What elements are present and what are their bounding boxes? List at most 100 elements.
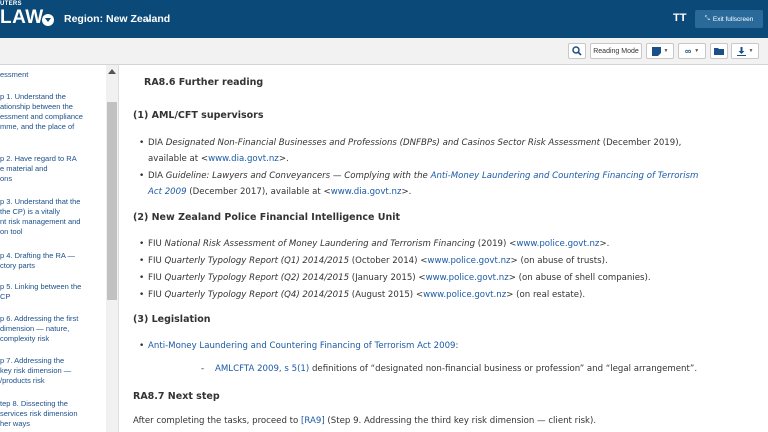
external-link[interactable]: www.police.govt.nz	[423, 290, 506, 300]
legislation-link[interactable]: Anti-Money Laundering and Countering Fin…	[148, 341, 456, 351]
link-button[interactable]: ∞ ▼	[678, 43, 706, 59]
text-run: available at <	[148, 154, 209, 164]
chevron-down-icon: ▼	[748, 48, 754, 54]
document-toolbar: Reading Mode ▼ ∞ ▼ ▼	[0, 38, 768, 65]
toc-item-label: p 6. Addressing the first	[0, 314, 79, 323]
next-step-paragraph: After completing the tasks, proceed to […	[133, 416, 596, 426]
subheading-police-fiu: (2) New Zealand Police Financial Intelli…	[133, 212, 401, 223]
toc-item[interactable]: p 7. Addressing the key risk dimension —…	[0, 356, 104, 386]
toc-item-label: her ways	[0, 419, 31, 428]
toc-item-label: ationship between the	[0, 102, 73, 111]
download-button[interactable]: ▼	[731, 43, 759, 59]
top-header: UTERS LAW Region: New Zealand ⌄ TT ⤡ Exi…	[0, 0, 768, 38]
sidebar-scrollbar[interactable]	[106, 65, 118, 432]
exit-fullscreen-icon: ⤡	[704, 15, 710, 22]
toc-item-label: p 1. Understand the	[0, 92, 66, 101]
toc-item[interactable]: essment	[0, 70, 104, 80]
toc-item-label: p 4. Drafting the RA —	[0, 251, 76, 260]
legislation-link[interactable]: Anti-Money Laundering and Countering Fin…	[431, 171, 699, 181]
cross-reference-link[interactable]: [RA9]	[301, 416, 325, 426]
search-icon	[572, 46, 582, 56]
text-size-icon[interactable]: TT	[673, 12, 686, 24]
toc-item-label: ctory parts	[0, 261, 36, 270]
toc-item[interactable]: tep 8. Dissecting the services risk dime…	[0, 399, 104, 429]
toc-item-label: CP	[0, 292, 11, 301]
external-link[interactable]: www.dia.govt.nz	[331, 187, 402, 197]
text-run: >.	[599, 239, 610, 249]
toc-item-label: e material and	[0, 164, 48, 173]
exit-fullscreen-button[interactable]: ⤡ Exit fullscreen	[695, 10, 763, 28]
toc-item[interactable]: p 5. Linking between the CP	[0, 282, 104, 302]
text-run: FIU	[148, 256, 165, 266]
toc-item-label: dimension — nature,	[0, 324, 70, 333]
toc-item-label: p 2. Have regard to RA	[0, 154, 77, 163]
reading-mode-button[interactable]: Reading Mode	[590, 43, 642, 59]
scroll-up-arrow-icon[interactable]	[108, 69, 116, 74]
publication-title: National Risk Assessment of Money Launde…	[164, 239, 476, 249]
download-icon	[736, 46, 746, 56]
toc-item[interactable]: p 1. Understand the ationship between th…	[0, 92, 104, 132]
section-link[interactable]: AMLCFTA 2009, s 5(1)	[215, 364, 309, 374]
legislation-link[interactable]: Act 2009	[148, 187, 187, 197]
bullet-icon: •	[139, 273, 145, 283]
scrollbar-thumb[interactable]	[107, 102, 117, 300]
section-heading-ra87: RA8.7 Next step	[133, 391, 220, 402]
region-selector[interactable]: Region: New Zealand	[64, 13, 170, 25]
link-icon: ∞	[684, 46, 692, 56]
text-run: FIU	[148, 239, 165, 249]
note-button[interactable]: ▼	[646, 43, 674, 59]
chevron-down-icon[interactable]: ⌄	[144, 13, 152, 24]
text-run: > (on abuse of trusts).	[510, 256, 608, 266]
exit-fullscreen-label: Exit fullscreen	[712, 15, 754, 23]
bullet-icon: •	[139, 239, 145, 249]
text-run: definitions of “designated non-financial…	[309, 364, 698, 374]
toc-item-label: p 3. Understand that the	[0, 197, 81, 206]
text-run: > (on real estate).	[506, 290, 586, 300]
external-link[interactable]: www.police.govt.nz	[516, 239, 599, 249]
subheading-aml-cft-supervisors: (1) AML/CFT supervisors	[133, 110, 264, 121]
publication-title: Designated Non-Financial Businesses and …	[165, 138, 600, 148]
text-run: After completing the tasks, proceed to	[133, 416, 302, 426]
toc-item-label: key risk dimension —	[0, 366, 72, 375]
brand-menu-caret-icon[interactable]	[42, 14, 54, 26]
dash-marker: -	[201, 364, 205, 374]
toc-item-label: p 7. Addressing the	[0, 356, 65, 365]
text-run: (January 2015) <	[349, 273, 426, 283]
text-run: (December 2019),	[599, 138, 682, 148]
text-run: (Step 9. Addressing the third key risk d…	[324, 416, 597, 426]
external-link[interactable]: www.dia.govt.nz	[208, 154, 279, 164]
brand-logo[interactable]: LAW	[0, 7, 44, 29]
toc-item[interactable]: p 6. Addressing the first dimension — na…	[0, 314, 104, 344]
section-heading-ra86: RA8.6 Further reading	[144, 77, 264, 88]
publication-title: Quarterly Typology Report (Q1) 2014/2015	[164, 256, 350, 266]
document-content: RA8.6 Further reading (1) AML/CFT superv…	[119, 65, 768, 432]
folder-button[interactable]	[710, 43, 728, 59]
toc-item-label: nt risk management and	[0, 217, 81, 226]
toc-item-label: essment	[0, 70, 29, 79]
text-run: :	[455, 341, 459, 351]
toc-item-label: the CP) is a vitally	[0, 207, 61, 216]
text-run: (October 2014) <	[349, 256, 428, 266]
text-run: DIA	[148, 171, 166, 181]
toc-item-label: services risk dimension	[0, 409, 78, 418]
external-link[interactable]: www.police.govt.nz	[427, 256, 510, 266]
publication-title: Quarterly Typology Report (Q4) 2014/2015	[164, 290, 350, 300]
toc-item[interactable]: p 3. Understand that the the CP) is a vi…	[0, 197, 104, 237]
bullet-icon: •	[139, 256, 145, 266]
search-button[interactable]	[568, 43, 586, 59]
text-run: FIU	[148, 290, 165, 300]
text-run: (August 2015) <	[349, 290, 424, 300]
text-run: (2019) <	[475, 239, 517, 249]
toc-item-label: mme, and the place of	[0, 122, 75, 131]
external-link[interactable]: www.police.govt.nz	[426, 273, 509, 283]
bullet-icon: •	[139, 341, 145, 351]
bullet-icon: •	[139, 138, 145, 148]
text-run: (December 2017), available at <	[186, 187, 331, 197]
text-run: > (on abuse of shell companies).	[508, 273, 651, 283]
subheading-legislation: (3) Legislation	[133, 314, 211, 325]
toc-item-label: complexity risk	[0, 334, 50, 343]
publication-title: Quarterly Typology Report (Q2) 2014/2015	[164, 273, 350, 283]
toc-item[interactable]: p 2. Have regard to RA e material and on…	[0, 154, 104, 184]
toc-item[interactable]: p 4. Drafting the RA — ctory parts	[0, 251, 104, 271]
text-run: >.	[278, 154, 289, 164]
